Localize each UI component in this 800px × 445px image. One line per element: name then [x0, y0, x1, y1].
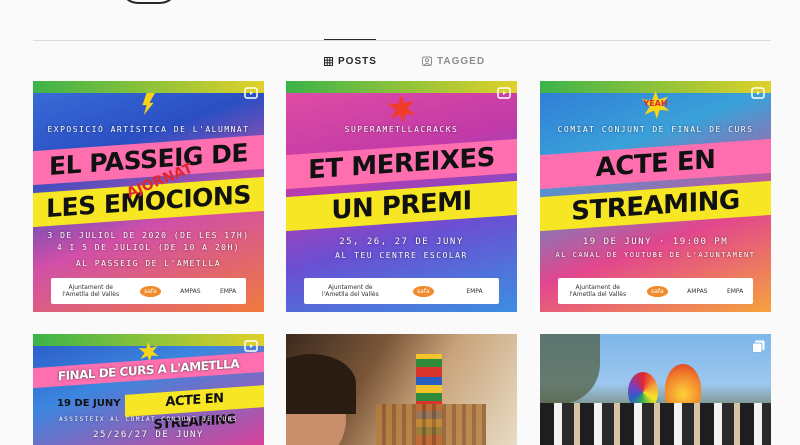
tab-posts[interactable]: POSTS — [324, 54, 377, 68]
post-subtitle: SUPERAMETLLACRACKS — [344, 125, 459, 134]
tab-tagged-label: TAGGED — [437, 55, 486, 67]
post-detail: AL TEU CENTRE ESCOLAR — [335, 251, 468, 260]
post-detail: AL CANAL DE YOUTUBE DE L'AJUNTAMENT — [555, 251, 756, 259]
sponsor-logos: Ajuntament de l'Ametlla del Vallès safa … — [558, 278, 753, 304]
post-thumbnail[interactable]: FINAL DE CURS A L'AMETLLA 19 DE JUNY 19H… — [33, 334, 264, 445]
profile-avatar[interactable] — [120, 0, 178, 4]
sponsor-logo: safa — [413, 285, 434, 297]
photo-lego-base — [376, 404, 486, 445]
sponsor-logo: AMPAS — [180, 287, 201, 295]
reel-icon — [751, 87, 765, 99]
post-detail: 19 DE JUNY · 19:00 PM — [582, 237, 729, 247]
post-detail: 25/26/27 DE JUNY — [93, 430, 204, 440]
post-detail: 25, 26, 27 DE JUNY — [339, 237, 464, 247]
tab-tagged[interactable]: TAGGED — [422, 54, 485, 68]
post-thumbnail[interactable]: YEAH COMIAT CONJUNT DE FINAL DE CURS ACT… — [540, 81, 771, 312]
post-subtitle: COMIAT CONJUNT DE FINAL DE CURS — [557, 125, 754, 134]
grid-icon — [324, 56, 333, 66]
active-tab-indicator — [324, 39, 376, 40]
reel-icon — [497, 87, 511, 99]
post-thumbnail[interactable]: SUPERAMETLLACRACKS ET MEREIXES UN PREMI … — [286, 81, 517, 312]
reel-icon — [244, 340, 258, 352]
post-detail: AL PASSEIG DE L'AMETLLA — [75, 259, 222, 268]
multiple-posts-icon — [752, 340, 765, 353]
burst-label: YEAH — [643, 99, 668, 108]
sponsor-logo: safa — [647, 285, 668, 297]
post-thumbnail[interactable] — [286, 334, 517, 445]
sponsor-logo: Ajuntament de l'Ametlla del Vallès — [62, 284, 120, 298]
post-detail: ASSISTEIX AL COMIAT CONJUNT DE CURS — [59, 416, 238, 423]
sponsor-logo: EMPA — [219, 287, 237, 295]
post-thumbnail[interactable] — [540, 334, 771, 445]
sponsor-logo: safa — [140, 285, 161, 297]
sponsor-logo: Ajuntament de l'Ametlla del Vallès — [569, 284, 627, 298]
tagged-icon — [422, 56, 432, 66]
tab-posts-label: POSTS — [338, 55, 377, 67]
post-thumbnail[interactable]: EXPOSICIÓ ARTÍSTICA DE L'ALUMNAT EL PASS… — [33, 81, 264, 312]
sponsor-logo: EMPA — [466, 287, 483, 295]
sponsor-logos: Ajuntament de l'Ametlla del Vallès safa … — [51, 278, 246, 304]
post-detail: 3 DE JULIOL DE 2020 (DE LES 17H) — [47, 231, 250, 240]
sponsor-logos: Ajuntament de l'Ametlla del Vallès safa … — [304, 278, 499, 304]
post-detail: 4 I 5 DE JULIOL (DE 10 A 20H) — [56, 243, 241, 252]
sponsor-logo: EMPA — [726, 287, 744, 295]
post-subtitle: EXPOSICIÓ ARTÍSTICA DE L'ALUMNAT — [47, 125, 250, 134]
reel-icon — [244, 87, 258, 99]
profile-divider — [33, 40, 771, 41]
sponsor-logo: Ajuntament de l'Ametlla del Vallès — [321, 284, 379, 298]
sponsor-logo: AMPAS — [687, 287, 708, 295]
photo-crowd — [540, 403, 771, 445]
